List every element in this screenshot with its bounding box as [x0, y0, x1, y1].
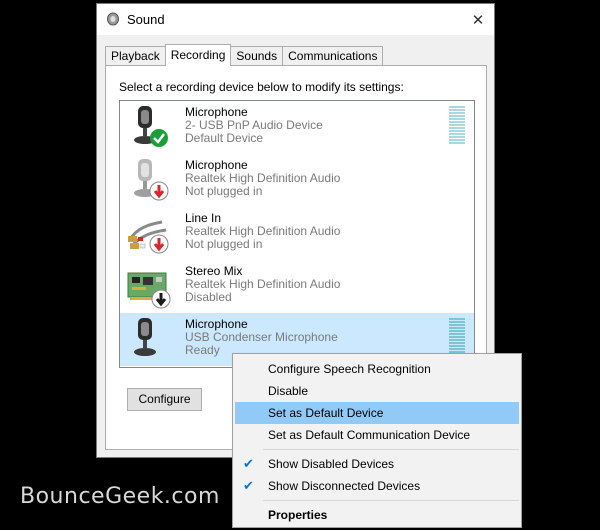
- watermark-text: BounceGeek.com: [20, 484, 220, 509]
- down-arrow-badge-icon: [151, 289, 171, 309]
- close-icon: ✕: [471, 11, 485, 29]
- checkmark-icon: ✔: [243, 478, 254, 493]
- circuit-board-icon: [127, 272, 171, 309]
- device-status: Default Device: [185, 131, 264, 145]
- menu-item-show-disconnected[interactable]: ✔ Show Disconnected Devices: [235, 475, 519, 497]
- level-meter: [449, 106, 465, 147]
- menu-item-label: Configure Speech Recognition: [268, 362, 431, 376]
- instructions-text: Select a recording device below to modif…: [119, 80, 404, 94]
- window-title: Sound: [127, 12, 165, 27]
- menu-separator: [263, 500, 519, 501]
- menu-item-label: Set as Default Communication Device: [268, 428, 471, 442]
- tab-sounds[interactable]: Sounds: [230, 46, 284, 66]
- menu-item-configure-speech[interactable]: Configure Speech Recognition: [235, 358, 519, 380]
- microphone-icon: [134, 318, 156, 356]
- menu-item-label: Properties: [268, 508, 328, 522]
- down-arrow-badge-icon: [149, 234, 169, 254]
- line-in-cable-icon: [128, 220, 169, 254]
- device-status: Not plugged in: [185, 184, 263, 198]
- title-bar[interactable]: Sound ✕: [97, 4, 494, 35]
- device-status: Not plugged in: [185, 237, 263, 251]
- menu-item-label: Show Disconnected Devices: [268, 479, 421, 493]
- close-button[interactable]: ✕: [462, 4, 494, 35]
- menu-item-set-default-communication[interactable]: Set as Default Communication Device: [235, 424, 519, 446]
- device-row[interactable]: Line In Realtek High Definition Audio No…: [120, 207, 474, 260]
- menu-item-label: Disable: [268, 384, 309, 398]
- checkmark-icon: ✔: [243, 456, 254, 471]
- menu-item-properties[interactable]: Properties: [235, 504, 519, 526]
- device-row[interactable]: Stereo Mix Realtek High Definition Audio…: [120, 260, 474, 313]
- menu-item-show-disabled[interactable]: ✔ Show Disabled Devices: [235, 453, 519, 475]
- tab-communications[interactable]: Communications: [282, 46, 384, 66]
- microphone-icon: [134, 159, 169, 201]
- down-arrow-badge-icon: [149, 181, 169, 201]
- tab-playback[interactable]: Playback: [105, 46, 166, 66]
- context-menu: Configure Speech Recognition Disable Set…: [232, 353, 522, 528]
- device-list[interactable]: Microphone 2- USB PnP Audio Device Defau…: [119, 100, 475, 368]
- microphone-icon: [134, 106, 168, 147]
- device-row[interactable]: Microphone Realtek High Definition Audio…: [120, 154, 474, 207]
- menu-item-label: Set as Default Device: [268, 406, 384, 420]
- device-row[interactable]: Microphone 2- USB PnP Audio Device Defau…: [120, 101, 474, 154]
- device-status: Disabled: [185, 290, 232, 304]
- menu-item-set-default-device[interactable]: Set as Default Device: [235, 402, 519, 424]
- check-badge-icon: [150, 129, 168, 147]
- tab-strip: Playback Recording Sounds Communications: [105, 44, 384, 66]
- menu-item-label: Show Disabled Devices: [268, 457, 395, 471]
- menu-separator: [263, 449, 519, 450]
- tab-recording[interactable]: Recording: [164, 44, 232, 66]
- speaker-icon: [107, 12, 119, 26]
- configure-button[interactable]: Configure: [127, 388, 202, 411]
- menu-item-disable[interactable]: Disable: [235, 380, 519, 402]
